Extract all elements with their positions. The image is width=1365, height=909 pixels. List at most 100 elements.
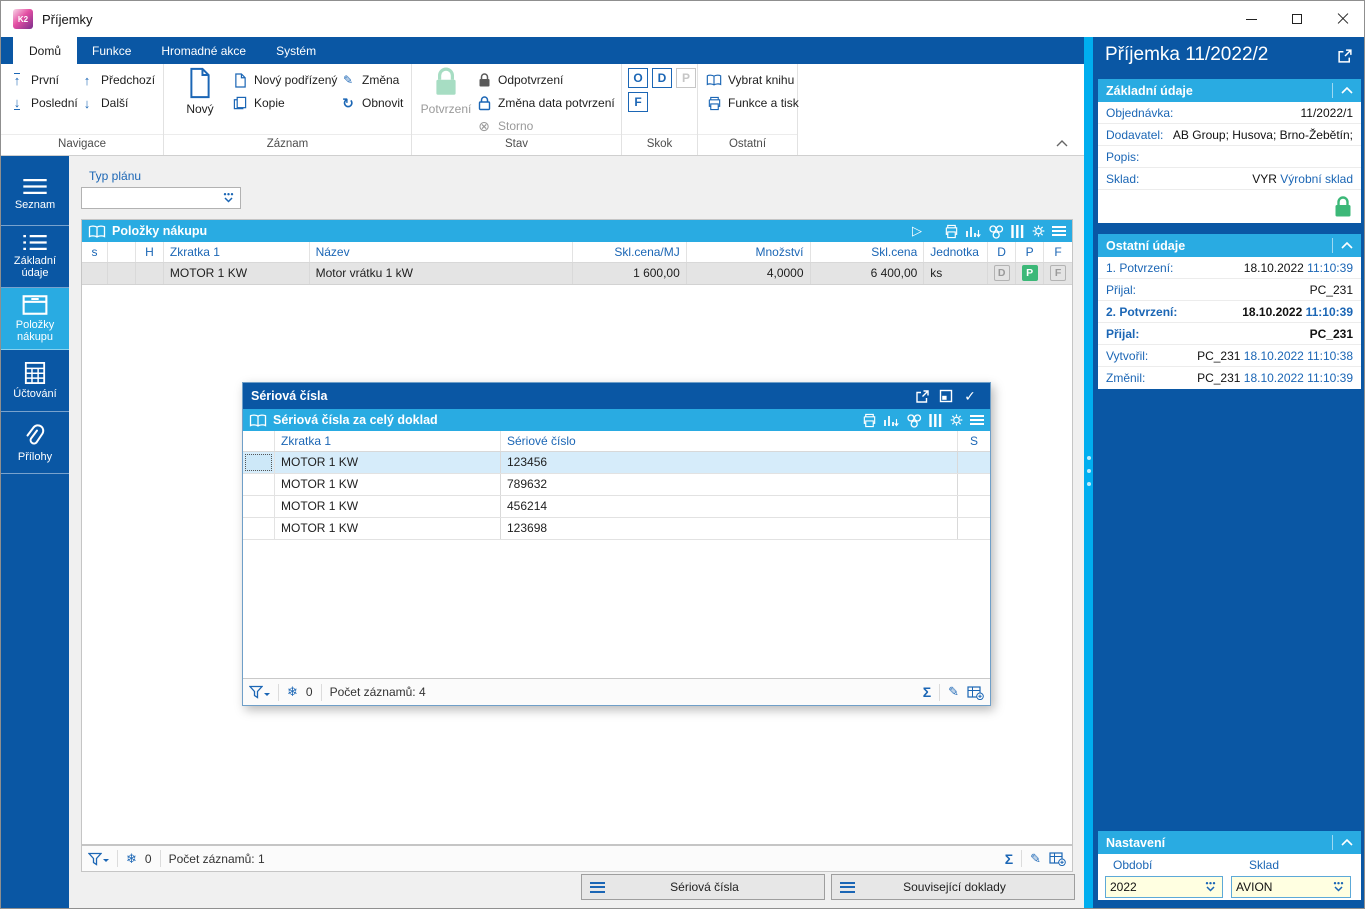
col-cena-mj[interactable]: Skl.cena/MJ bbox=[573, 242, 687, 262]
sidebar-item-seznam[interactable]: Seznam bbox=[1, 164, 69, 226]
snowflake-icon[interactable]: ❄ bbox=[287, 684, 298, 700]
columns-icon[interactable] bbox=[1010, 224, 1025, 239]
jump-p-button[interactable]: P bbox=[676, 68, 696, 88]
obdobi-dropdown[interactable]: 2022 bbox=[1105, 876, 1223, 898]
table-row[interactable]: MOTOR 1 KW 123698 bbox=[243, 518, 990, 540]
tab-funkce[interactable]: Funkce bbox=[77, 37, 146, 64]
new-button[interactable]: Nový bbox=[174, 67, 226, 131]
new-child-icon bbox=[232, 72, 248, 88]
sum-icon[interactable]: Σ bbox=[1005, 851, 1013, 867]
dock-window-icon[interactable] bbox=[934, 389, 958, 403]
jump-f-button[interactable]: F bbox=[628, 92, 648, 112]
unconfirm-button[interactable]: Odpotvrzení bbox=[476, 70, 563, 90]
section-header[interactable]: Základní údaje bbox=[1098, 79, 1361, 102]
col-cena[interactable]: Skl.cena bbox=[811, 242, 925, 262]
dialog-title-bar[interactable]: Sériová čísla ✓ bbox=[243, 383, 990, 409]
gears-icon[interactable] bbox=[906, 413, 922, 428]
edit-icon[interactable]: ✎ bbox=[1030, 851, 1041, 867]
columns-icon[interactable] bbox=[928, 413, 943, 428]
next-button[interactable]: ↓ Další bbox=[79, 93, 129, 113]
table-row[interactable]: MOTOR 1 KW 123456 bbox=[243, 452, 990, 474]
col-zkratka[interactable]: Zkratka 1 bbox=[275, 431, 501, 451]
section-header[interactable]: Ostatní údaje bbox=[1098, 234, 1361, 257]
open-external-icon[interactable] bbox=[910, 389, 934, 404]
sidebar-item-prilohy[interactable]: Přílohy bbox=[1, 412, 69, 474]
col-s[interactable]: S bbox=[958, 431, 990, 451]
select-book-button[interactable]: Vybrat knihu bbox=[706, 70, 794, 90]
sidebar-item-uctovani[interactable]: Účtování bbox=[1, 350, 69, 412]
jump-d-button[interactable]: D bbox=[652, 68, 672, 88]
table-row[interactable]: MOTOR 1 KW Motor vrátku 1 kW 1 600,00 4,… bbox=[82, 263, 1072, 285]
sklad-dropdown[interactable]: AVION bbox=[1231, 876, 1351, 898]
confirm-button[interactable]: Potvrzení bbox=[420, 67, 472, 131]
gears-icon[interactable] bbox=[988, 224, 1004, 239]
print-icon[interactable] bbox=[862, 413, 877, 428]
close-button[interactable] bbox=[1320, 1, 1364, 37]
table-row[interactable]: MOTOR 1 KW 456214 bbox=[243, 496, 990, 518]
functions-print-button[interactable]: Funkce a tisk bbox=[706, 93, 799, 113]
change-button[interactable]: ✎ Změna bbox=[340, 70, 399, 90]
sidebar-item-polozky-nakupu[interactable]: Položky nákupu bbox=[1, 288, 69, 350]
related-documents-button[interactable]: Související doklady bbox=[831, 874, 1075, 900]
panel-splitter[interactable] bbox=[1084, 37, 1093, 908]
jump-o-button[interactable]: O bbox=[628, 68, 648, 88]
print-icon[interactable] bbox=[944, 224, 959, 239]
play-icon[interactable]: ▷ bbox=[912, 223, 922, 239]
table-add-icon[interactable] bbox=[967, 685, 984, 700]
settings-gear-icon[interactable] bbox=[1031, 224, 1046, 239]
table-add-icon[interactable] bbox=[1049, 851, 1066, 866]
tab-system[interactable]: Systém bbox=[261, 37, 331, 64]
filter-icon[interactable] bbox=[249, 685, 270, 699]
collapse-ribbon-button[interactable] bbox=[1053, 136, 1071, 150]
dialog-column-headers: Zkratka 1 Sériové číslo S bbox=[243, 431, 990, 452]
new-child-button[interactable]: Nový podřízený bbox=[232, 70, 337, 90]
refresh-button[interactable]: ↻ Obnovit bbox=[340, 93, 403, 113]
snowflake-icon[interactable]: ❄ bbox=[126, 851, 137, 867]
dialog-grid-header-bar: Sériová čísla za celý doklad bbox=[243, 409, 990, 431]
col-f[interactable]: F bbox=[1044, 242, 1072, 262]
last-button[interactable]: ↓ Poslední bbox=[9, 93, 78, 113]
chart-icon[interactable] bbox=[883, 413, 900, 428]
cell-jednotka: ks bbox=[924, 263, 989, 284]
col-nazev[interactable]: Název bbox=[310, 242, 573, 262]
chevron-up-icon[interactable] bbox=[1332, 238, 1353, 253]
book-icon bbox=[249, 413, 267, 427]
sum-icon[interactable]: Σ bbox=[923, 684, 931, 700]
copy-button[interactable]: Kopie bbox=[232, 93, 285, 113]
menu-icon[interactable] bbox=[1052, 225, 1066, 237]
field-popis: Popis: bbox=[1098, 146, 1361, 168]
edit-icon[interactable]: ✎ bbox=[948, 684, 959, 700]
menu-icon[interactable] bbox=[970, 414, 984, 426]
col-d[interactable]: D bbox=[988, 242, 1017, 262]
col-jednotka[interactable]: Jednotka bbox=[924, 242, 989, 262]
table-row[interactable]: MOTOR 1 KW 789632 bbox=[243, 474, 990, 496]
serial-numbers-button[interactable]: Sériová čísla bbox=[581, 874, 825, 900]
previous-button[interactable]: ↑ Předchozí bbox=[79, 70, 155, 90]
chevron-up-icon[interactable] bbox=[1332, 83, 1353, 98]
col-zkratka[interactable]: Zkratka 1 bbox=[164, 242, 310, 262]
col-p[interactable]: P bbox=[1016, 242, 1045, 262]
chart-icon[interactable] bbox=[965, 224, 982, 239]
maximize-button[interactable] bbox=[1274, 1, 1320, 37]
tab-hromadne-akce[interactable]: Hromadné akce bbox=[146, 37, 261, 64]
open-external-icon[interactable] bbox=[1337, 48, 1353, 64]
settings-gear-icon[interactable] bbox=[949, 413, 964, 428]
chevron-up-icon[interactable] bbox=[1332, 835, 1353, 850]
filter-icon[interactable] bbox=[88, 852, 109, 866]
change-confirm-date-button[interactable]: Změna data potvrzení bbox=[476, 93, 615, 113]
cell-cena: 6 400,00 bbox=[811, 263, 925, 284]
col-serial[interactable]: Sériové číslo bbox=[501, 431, 958, 451]
col-blank[interactable] bbox=[108, 242, 136, 262]
col-h[interactable]: H bbox=[136, 242, 164, 262]
storno-button[interactable]: ⊗ Storno bbox=[476, 116, 533, 136]
typ-planu-dropdown[interactable] bbox=[81, 187, 241, 209]
col-s[interactable]: s bbox=[82, 242, 108, 262]
check-icon[interactable]: ✓ bbox=[958, 388, 982, 405]
minimize-button[interactable] bbox=[1228, 1, 1274, 37]
tab-domu[interactable]: Domů bbox=[13, 37, 78, 64]
col-mnozstvi[interactable]: Množství bbox=[687, 242, 811, 262]
sidebar-item-zakladni-udaje[interactable]: Základní údaje bbox=[1, 226, 69, 288]
first-button[interactable]: ↑ První bbox=[9, 70, 59, 90]
section-header[interactable]: Nastavení bbox=[1098, 831, 1361, 854]
row-selector[interactable] bbox=[243, 452, 275, 473]
